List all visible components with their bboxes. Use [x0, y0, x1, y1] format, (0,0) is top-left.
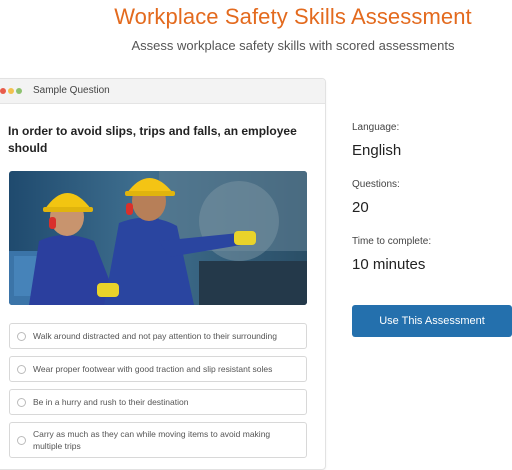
- answer-option-label: Walk around distracted and not pay atten…: [33, 331, 277, 341]
- answer-option[interactable]: Wear proper footwear with good traction …: [9, 356, 307, 382]
- answer-option-label: Carry as much as they can while moving i…: [33, 429, 271, 451]
- radio-icon[interactable]: [17, 332, 26, 341]
- answer-option-label: Be in a hurry and rush to their destinat…: [33, 397, 189, 407]
- card-header: Sample Question: [0, 79, 325, 104]
- answer-option[interactable]: Carry as much as they can while moving i…: [9, 422, 307, 458]
- time-value: 10 minutes: [352, 256, 426, 273]
- window-dot-green-icon: [16, 88, 22, 94]
- language-value: English: [352, 142, 402, 159]
- workers-photo: [9, 171, 307, 305]
- answer-option[interactable]: Be in a hurry and rush to their destinat…: [9, 389, 307, 415]
- window-dot-red-icon: [0, 88, 6, 94]
- language-label: Language:: [352, 122, 400, 133]
- radio-icon[interactable]: [17, 398, 26, 407]
- page-title: Workplace Safety Skills Assessment: [114, 4, 472, 29]
- radio-icon[interactable]: [17, 365, 26, 374]
- answer-option-label: Wear proper footwear with good traction …: [33, 364, 273, 374]
- answer-option[interactable]: Walk around distracted and not pay atten…: [9, 323, 307, 349]
- card-header-label: Sample Question: [33, 85, 110, 96]
- answer-options: Walk around distracted and not pay atten…: [9, 323, 307, 465]
- use-assessment-button[interactable]: Use This Assessment: [352, 305, 512, 337]
- time-label: Time to complete:: [352, 236, 432, 247]
- window-dot-yellow-icon: [8, 88, 14, 94]
- questions-value: 20: [352, 199, 369, 216]
- question-text: In order to avoid slips, trips and falls…: [8, 124, 297, 155]
- questions-label: Questions:: [352, 179, 400, 190]
- sample-question-card: Sample Question In order to avoid slips,…: [0, 78, 326, 470]
- radio-icon[interactable]: [17, 436, 26, 445]
- page-subtitle: Assess workplace safety skills with scor…: [131, 38, 455, 53]
